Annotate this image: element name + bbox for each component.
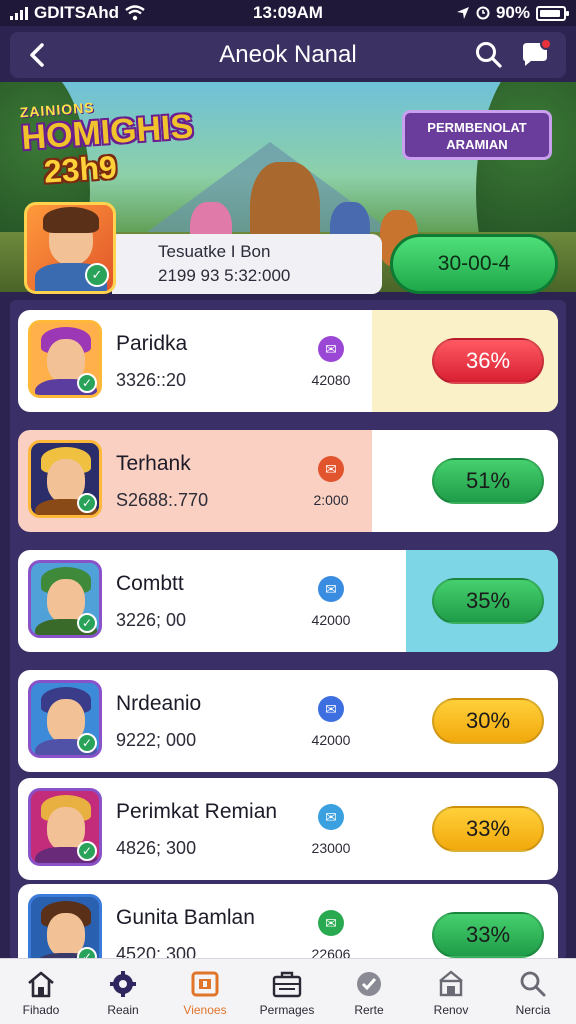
nav-label: Reain (107, 1003, 139, 1017)
percent-button[interactable]: 30% (432, 698, 544, 744)
featured-line1: Tesuatke I Bon (158, 242, 271, 261)
player-name: Gunita Bamlan (116, 906, 255, 929)
player-name: Paridka (116, 332, 188, 355)
percent-button[interactable]: 36% (432, 338, 544, 384)
message-icon[interactable]: ✉ (318, 456, 344, 482)
player-amount: 3226; 00 (116, 610, 187, 630)
player-name: Terhank (116, 452, 191, 475)
featured-player-card[interactable]: ✓ Tesuatke I Bon 2199 93 5:32:000 30-00-… (20, 202, 560, 300)
player-amount: 9222; 000 (116, 730, 197, 750)
nav-label: Permages (259, 1003, 315, 1017)
verified-check-icon: ✓ (77, 841, 97, 861)
store-icon (435, 969, 467, 999)
player-row[interactable]: ✓ Perimkat Remian 4826; 300 ✉ 23000 33% (18, 778, 558, 880)
nav-label: Nercia (515, 1003, 551, 1017)
featured-avatar: ✓ (24, 202, 116, 294)
home-icon (25, 969, 57, 999)
battery-percent: 90% (495, 3, 530, 22)
battery-fill (540, 9, 560, 17)
player-row[interactable]: ✓ Combtt 3226; 00 ✉ 42000 35% (18, 550, 558, 652)
nav-item-nercia[interactable]: Nercia (492, 965, 574, 1023)
player-avatar: ✓ (28, 560, 102, 638)
player-amount: S2688:.770 (116, 490, 209, 510)
player-count: 42000 (311, 612, 351, 628)
bottom-nav: Fihado Reain Vienoes Permages Rerte Renov Nerc… (0, 958, 576, 1024)
percent-button[interactable]: 35% (432, 578, 544, 624)
alarm-icon (476, 6, 490, 20)
nav-label: Renov (433, 1003, 469, 1017)
nav-item-renov[interactable]: Renov (410, 965, 492, 1023)
status-bar: GDITSAhd 13:09AM 90% (0, 0, 576, 26)
featured-line2: 2199 93 5:32:000 (158, 266, 291, 285)
message-icon[interactable]: ✉ (318, 336, 344, 362)
nav-label: Rerte (354, 1003, 384, 1017)
player-row[interactable]: ✓ Nrdeanio 9222; 000 ✉ 42000 30% (18, 670, 558, 772)
game-logo: ZAINIONS HOMIGHIS 23h9 (19, 92, 205, 190)
player-row[interactable]: ✓ Terhank S2688:.770 ✉ 2:000 51% (18, 430, 558, 532)
player-count: 2:000 (313, 492, 349, 508)
featured-info: Tesuatke I Bon 2199 93 5:32:000 (112, 234, 382, 294)
nav-item-fihado[interactable]: Fihado (0, 965, 82, 1023)
nav-label: Fihado (22, 1003, 60, 1017)
player-count: 23000 (311, 840, 351, 856)
verified-check-icon: ✓ (85, 263, 109, 287)
player-avatar: ✓ (28, 680, 102, 758)
location-icon (456, 7, 469, 19)
briefcase-icon (271, 969, 303, 999)
player-name: Combtt (116, 572, 184, 595)
player-name: Nrdeanio (116, 692, 202, 715)
app-header: Aneok Nanal (10, 32, 566, 78)
featured-score-button[interactable]: 30-00-4 (390, 234, 558, 294)
player-avatar: ✓ (28, 320, 102, 398)
chat-button[interactable] (518, 38, 552, 72)
player-row[interactable]: ✓ Paridka3326::20 ✉42080 36% (18, 310, 558, 412)
player-avatar: ✓ (28, 440, 102, 518)
player-count: 42000 (311, 732, 351, 748)
banner-badge[interactable]: PERMBENOLAT ARAMIAN (402, 110, 552, 160)
search-icon (476, 42, 502, 68)
player-count: 42080 (311, 372, 351, 388)
player-amount: 4826; 300 (116, 838, 197, 858)
shield-check-icon (353, 969, 385, 999)
message-icon[interactable]: ✉ (318, 910, 344, 936)
verified-check-icon: ✓ (77, 613, 97, 633)
battery-icon (536, 5, 569, 21)
search-button[interactable] (472, 38, 506, 72)
verified-check-icon: ✓ (77, 733, 97, 753)
message-icon[interactable]: ✉ (318, 696, 344, 722)
message-icon[interactable]: ✉ (318, 804, 344, 830)
message-icon[interactable]: ✉ (318, 576, 344, 602)
nav-label: Vienoes (183, 1003, 227, 1017)
percent-button[interactable]: 33% (432, 806, 544, 852)
status-right: 90% (456, 3, 569, 23)
nav-item-reain[interactable]: Reain (82, 965, 164, 1023)
nav-item-rerte[interactable]: Rerte (328, 965, 410, 1023)
search-icon (517, 969, 549, 999)
notification-dot (540, 38, 552, 50)
gear-icon (107, 969, 139, 999)
percent-button[interactable]: 51% (432, 458, 544, 504)
player-name: Perimkat Remian (116, 800, 278, 823)
player-avatar: ✓ (28, 788, 102, 866)
verified-check-icon: ✓ (77, 493, 97, 513)
nav-item-vienoes[interactable]: Vienoes (164, 965, 246, 1023)
percent-button[interactable]: 33% (432, 912, 544, 958)
nav-item-permages[interactable]: Permages (246, 965, 328, 1023)
verified-check-icon: ✓ (77, 373, 97, 393)
player-amount: 3326::20 (116, 370, 187, 390)
gamepad-icon (189, 969, 221, 999)
